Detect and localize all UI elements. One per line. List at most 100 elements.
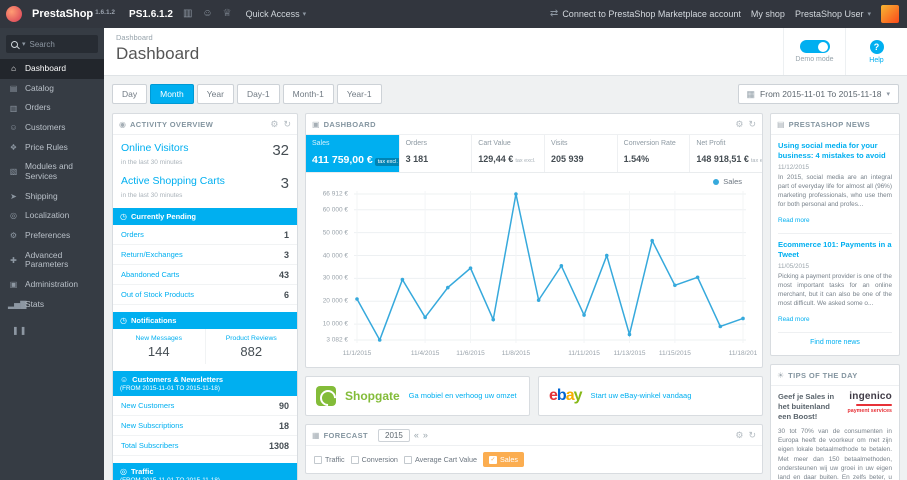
gear-icon[interactable]: ⚙ xyxy=(270,119,278,130)
trophy-icon[interactable]: ♕ xyxy=(223,9,232,19)
demo-mode-toggle[interactable] xyxy=(799,40,830,53)
tips-headline-link[interactable]: Geef je Sales in het buitenland een Boos… xyxy=(778,392,835,422)
my-shop-link[interactable]: My shop xyxy=(751,9,785,19)
pending-orders-link[interactable]: Orders xyxy=(121,230,144,239)
kpi-sales[interactable]: Sales 411 759,00 € tax excl. xyxy=(306,135,400,172)
refresh-icon[interactable]: ↻ xyxy=(748,430,756,441)
shopgate-ad[interactable]: Shopgate Ga mobiel en verhoog uw omzet xyxy=(305,376,530,416)
gear-icon[interactable]: ⚙ xyxy=(735,119,743,130)
checkbox-icon[interactable] xyxy=(350,455,359,464)
dashboard-panel-title: DASHBOARD xyxy=(323,119,376,129)
new-subscriptions-link[interactable]: New Subscriptions xyxy=(121,421,183,430)
pending-returns-link[interactable]: Return/Exchanges xyxy=(121,250,183,259)
ingenico-logo[interactable]: ingenico payment services xyxy=(848,392,892,414)
new-customers-link[interactable]: New Customers xyxy=(121,401,174,410)
help-control[interactable]: ? Help xyxy=(845,28,907,75)
checkbox-icon[interactable]: ✓ xyxy=(489,455,497,464)
read-more-link[interactable]: Read more xyxy=(778,217,810,224)
ebay-link[interactable]: Start uw eBay-winkel vandaag xyxy=(591,391,692,401)
notifications-title: Notifications xyxy=(130,316,177,325)
sidebar-item-price-rules[interactable]: ❖ Price Rules xyxy=(0,138,104,158)
customers-newsletters-title: Customers & Newsletters xyxy=(132,375,224,384)
marketplace-link[interactable]: ⇄ Connect to PrestaShop Marketplace acco… xyxy=(550,9,741,20)
forecast-toggle-conversion[interactable]: Conversion xyxy=(350,455,398,464)
refresh-icon[interactable]: ↻ xyxy=(283,119,291,130)
abandoned-carts-link[interactable]: Abandoned Carts xyxy=(121,270,179,279)
cart-icon[interactable]: ▥ xyxy=(183,9,192,19)
user-avatar[interactable] xyxy=(881,5,899,23)
chart-legend[interactable]: Sales xyxy=(713,177,742,186)
sidebar-item-catalog[interactable]: ▤ Catalog xyxy=(0,79,104,99)
customers-row: Total Subscribers 1308 xyxy=(113,436,297,456)
search-input[interactable] xyxy=(29,39,82,49)
sidebar-item-modules[interactable]: ▧ Modules and Services xyxy=(0,157,104,186)
new-messages-cell[interactable]: New Messages 144 xyxy=(113,329,205,364)
ebay-ad[interactable]: ebay Start uw eBay-winkel vandaag xyxy=(538,376,763,416)
sidebar-item-customers[interactable]: ☺ Customers xyxy=(0,118,104,138)
date-range-picker[interactable]: ▦ From 2015-11-01 To 2015-11-18 ▾ xyxy=(737,84,899,104)
range-button-day[interactable]: Day xyxy=(112,84,148,104)
active-carts-link[interactable]: Active Shopping Carts xyxy=(121,175,225,187)
kpi-cart-value[interactable]: Cart Value 129,44 € tax excl. xyxy=(472,135,545,172)
help-icon[interactable]: ? xyxy=(869,39,884,54)
sidebar-item-localization[interactable]: ◎ Localization xyxy=(0,206,104,226)
pending-orders-value: 1 xyxy=(283,229,289,240)
brand-name: PrestaShop xyxy=(32,8,94,20)
refresh-icon[interactable]: ↻ xyxy=(748,119,756,130)
kpi-net-profit[interactable]: Net Profit 148 918,51 €tax excl. xyxy=(690,135,762,172)
kpi-label: Orders xyxy=(405,140,427,147)
gear-icon[interactable]: ⚙ xyxy=(735,430,743,441)
quick-access-menu[interactable]: Quick Access ▾ xyxy=(246,9,307,19)
out-of-stock-link[interactable]: Out of Stock Products xyxy=(121,290,194,299)
sidebar-item-orders[interactable]: ▥ Orders xyxy=(0,98,104,118)
news-article-title[interactable]: Ecommerce 101: Payments in a Tweet xyxy=(778,240,892,260)
y-axis-tick-label: 3 082 € xyxy=(326,336,348,344)
online-visitors-link[interactable]: Online Visitors xyxy=(121,142,189,154)
forecast-year-select[interactable]: 2015 xyxy=(378,428,410,442)
shopgate-logo-icon xyxy=(316,386,336,406)
shop-name[interactable]: PS1.6.1.2 xyxy=(129,9,173,20)
range-button-month[interactable]: Month xyxy=(150,84,194,104)
product-reviews-cell[interactable]: Product Reviews 882 xyxy=(204,329,298,364)
kpi-visits[interactable]: Visits 205 939 xyxy=(545,135,618,172)
sidebar-item-label: Customers xyxy=(25,121,66,132)
kpi-orders[interactable]: Orders 3 181 xyxy=(400,135,473,172)
module-ads-row: Shopgate Ga mobiel en verhoog uw omzet e… xyxy=(305,376,763,416)
shopgate-link[interactable]: Ga mobiel en verhoog uw omzet xyxy=(409,391,517,401)
forecast-panel-header: ▦ FORECAST 2015 « » ⚙ ↻ xyxy=(306,425,762,446)
find-more-news-link[interactable]: Find more news xyxy=(778,332,892,351)
new-customers-value: 90 xyxy=(278,400,289,411)
next-year-button[interactable]: » xyxy=(423,430,428,440)
sidebar-item-preferences[interactable]: ⚙ Preferences xyxy=(0,226,104,246)
person-icon[interactable]: ☺ xyxy=(202,9,212,19)
legend-dot xyxy=(713,178,720,185)
ebay-letter: b xyxy=(556,387,567,404)
sidebar-item-shipping[interactable]: ➤ Shipping xyxy=(0,187,104,207)
sidebar-item-administration[interactable]: ▣ Administration xyxy=(0,275,104,295)
sidebar-item-stats[interactable]: ▂▅▇ Stats xyxy=(0,295,104,315)
kpi-value: 205 939 xyxy=(550,154,584,164)
previous-year-button[interactable]: « xyxy=(414,430,419,440)
sidebar-collapse-button[interactable]: ❚❚ xyxy=(0,314,104,335)
kpi-conversion-rate[interactable]: Conversion Rate 1.54% xyxy=(618,135,691,172)
forecast-toggle-sales[interactable]: ✓ Sales xyxy=(483,452,524,467)
prestashop-logo[interactable] xyxy=(6,6,22,22)
forecast-toggle-average-cart-value[interactable]: Average Cart Value xyxy=(403,455,477,464)
range-button-day-1[interactable]: Day-1 xyxy=(236,84,280,104)
checkbox-icon[interactable] xyxy=(314,455,322,464)
read-more-link[interactable]: Read more xyxy=(778,316,810,323)
range-button-month-1[interactable]: Month-1 xyxy=(282,84,334,104)
sidebar-search[interactable]: ▾ xyxy=(6,35,98,53)
caret-down-icon: ▾ xyxy=(22,41,26,48)
sidebar-item-advanced-parameters[interactable]: ✚ Advanced Parameters xyxy=(0,246,104,275)
sidebar-item-label: Shipping xyxy=(25,190,58,201)
checkbox-icon[interactable] xyxy=(403,455,412,464)
news-article-title[interactable]: Using social media for your business: 4 … xyxy=(778,141,892,161)
range-button-year[interactable]: Year xyxy=(196,84,234,104)
range-button-year-1[interactable]: Year-1 xyxy=(336,84,382,104)
user-menu[interactable]: PrestaShop User ▾ xyxy=(795,9,871,19)
total-subscribers-link[interactable]: Total Subscribers xyxy=(121,441,179,450)
forecast-toggle-traffic[interactable]: Traffic xyxy=(314,455,345,464)
sidebar-item-dashboard[interactable]: ⌂ Dashboard xyxy=(0,59,104,79)
y-axis-tick-label: 10 000 € xyxy=(322,320,348,328)
